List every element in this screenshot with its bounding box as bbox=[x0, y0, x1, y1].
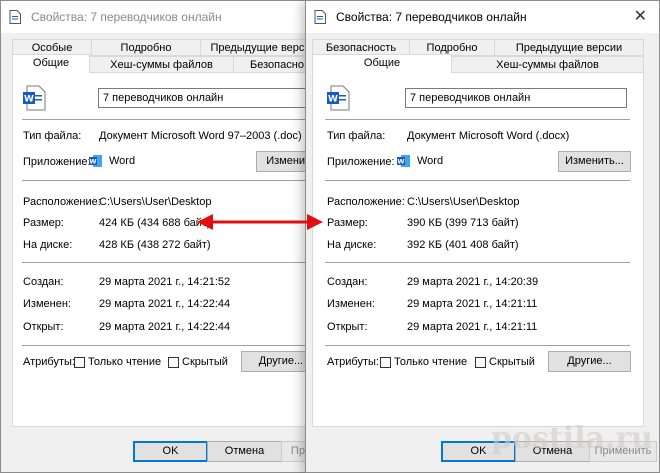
separator bbox=[22, 180, 319, 181]
word-app-icon: W bbox=[397, 155, 410, 167]
created-value: 29 марта 2021 г., 14:21:52 bbox=[99, 276, 231, 288]
svg-text:W: W bbox=[89, 158, 96, 166]
size-label: Размер: bbox=[327, 217, 368, 229]
ok-button[interactable]: OK bbox=[133, 441, 208, 462]
location-label: Расположение: bbox=[23, 196, 101, 208]
app-value: Word bbox=[417, 155, 444, 167]
separator bbox=[325, 345, 630, 346]
opened-value: 29 марта 2021 г., 14:22:44 bbox=[99, 321, 231, 333]
separator bbox=[325, 119, 630, 120]
modified-value: 29 марта 2021 г., 14:22:44 bbox=[99, 298, 231, 310]
front-window-title: Свойства: 7 переводчиков онлайн bbox=[336, 10, 527, 24]
location-value: C:\Users\User\Desktop bbox=[99, 196, 212, 208]
separator bbox=[22, 262, 319, 263]
front-general-panel: W 7 переводчиков онлайн Тип файла: Докум… bbox=[312, 72, 644, 427]
app-label: Приложение: bbox=[23, 156, 91, 168]
created-value: 29 марта 2021 г., 14:20:39 bbox=[407, 276, 539, 288]
hidden-label: Скрытый bbox=[489, 356, 535, 368]
readonly-checkbox[interactable] bbox=[74, 357, 85, 368]
app-label: Приложение: bbox=[327, 156, 395, 168]
tab-previous-versions[interactable]: Предыдущие версии bbox=[494, 39, 644, 56]
document-icon bbox=[314, 10, 326, 24]
separator bbox=[325, 180, 630, 181]
created-label: Создан: bbox=[23, 276, 64, 288]
front-title-bar[interactable]: Свойства: 7 переводчиков онлайн ✕ bbox=[306, 1, 659, 33]
size-value: 390 КБ (399 713 байт) bbox=[407, 217, 519, 229]
back-properties-window: Свойства: 7 переводчиков онлайн Особые П… bbox=[0, 0, 320, 473]
tab-general[interactable]: Общие bbox=[12, 54, 90, 73]
cancel-button[interactable]: Отмена bbox=[207, 441, 282, 462]
front-properties-window: Свойства: 7 переводчиков онлайн ✕ Безопа… bbox=[305, 0, 660, 473]
file-type-value: Документ Microsoft Word 97–2003 (.doc) bbox=[99, 130, 302, 142]
change-app-button[interactable]: Изменить... bbox=[558, 151, 631, 172]
filename-input[interactable]: 7 переводчиков онлайн bbox=[405, 88, 627, 108]
double-arrow-icon bbox=[197, 214, 323, 230]
svg-text:W: W bbox=[397, 158, 404, 166]
tab-hash-sums[interactable]: Хеш-суммы файлов bbox=[89, 56, 234, 73]
size-value: 424 КБ (434 688 байт) bbox=[99, 217, 211, 229]
opened-value: 29 марта 2021 г., 14:21:11 bbox=[407, 321, 538, 333]
word-app-icon: W bbox=[89, 155, 102, 167]
attributes-label: Атрибуты: bbox=[327, 356, 379, 368]
hidden-label: Скрытый bbox=[182, 356, 228, 368]
opened-label: Открыт: bbox=[23, 321, 64, 333]
back-title-bar[interactable]: Свойства: 7 переводчиков онлайн bbox=[1, 1, 319, 33]
svg-text:W: W bbox=[328, 95, 338, 105]
modified-label: Изменен: bbox=[23, 298, 71, 310]
tab-previous-versions[interactable]: Предыдущие верси bbox=[200, 39, 319, 56]
disk-size-label: На диске: bbox=[327, 239, 377, 251]
svg-text:W: W bbox=[24, 95, 34, 105]
file-type-label: Тип файла: bbox=[23, 130, 82, 142]
tab-details[interactable]: Подробно bbox=[91, 39, 201, 56]
document-icon bbox=[9, 10, 21, 24]
disk-size-value: 392 КБ (401 408 байт) bbox=[407, 239, 519, 251]
readonly-checkbox[interactable] bbox=[380, 357, 391, 368]
modified-label: Изменен: bbox=[327, 298, 375, 310]
back-general-panel: W 7 переводчиков онлайн Тип файла: Докум… bbox=[12, 72, 319, 427]
word-document-icon: W bbox=[23, 85, 46, 111]
created-label: Создан: bbox=[327, 276, 368, 288]
word-document-icon: W bbox=[327, 85, 350, 111]
separator bbox=[22, 119, 319, 120]
size-label: Размер: bbox=[23, 217, 64, 229]
back-window-title: Свойства: 7 переводчиков онлайн bbox=[31, 10, 222, 24]
app-value: Word bbox=[109, 155, 136, 167]
watermark: postila.ru bbox=[490, 421, 653, 456]
location-label: Расположение: bbox=[327, 196, 405, 208]
readonly-label: Только чтение bbox=[394, 356, 468, 368]
hidden-checkbox[interactable] bbox=[168, 357, 179, 368]
file-type-label: Тип файла: bbox=[327, 130, 386, 142]
separator bbox=[325, 262, 630, 263]
file-type-value: Документ Microsoft Word (.docx) bbox=[407, 130, 570, 142]
opened-label: Открыт: bbox=[327, 321, 368, 333]
modified-value: 29 марта 2021 г., 14:21:11 bbox=[407, 298, 538, 310]
disk-size-value: 428 КБ (438 272 байт) bbox=[99, 239, 211, 251]
location-value: C:\Users\User\Desktop bbox=[407, 196, 520, 208]
tab-general[interactable]: Общие bbox=[312, 54, 452, 73]
attributes-label: Атрибуты: bbox=[23, 356, 75, 368]
readonly-label: Только чтение bbox=[88, 356, 162, 368]
disk-size-label: На диске: bbox=[23, 239, 73, 251]
filename-input[interactable]: 7 переводчиков онлайн bbox=[98, 88, 319, 108]
separator bbox=[22, 345, 319, 346]
tab-hash-sums[interactable]: Хеш-суммы файлов bbox=[451, 56, 644, 73]
hidden-checkbox[interactable] bbox=[475, 357, 486, 368]
close-icon[interactable]: ✕ bbox=[634, 6, 647, 26]
other-attributes-button[interactable]: Другие... bbox=[548, 351, 631, 372]
